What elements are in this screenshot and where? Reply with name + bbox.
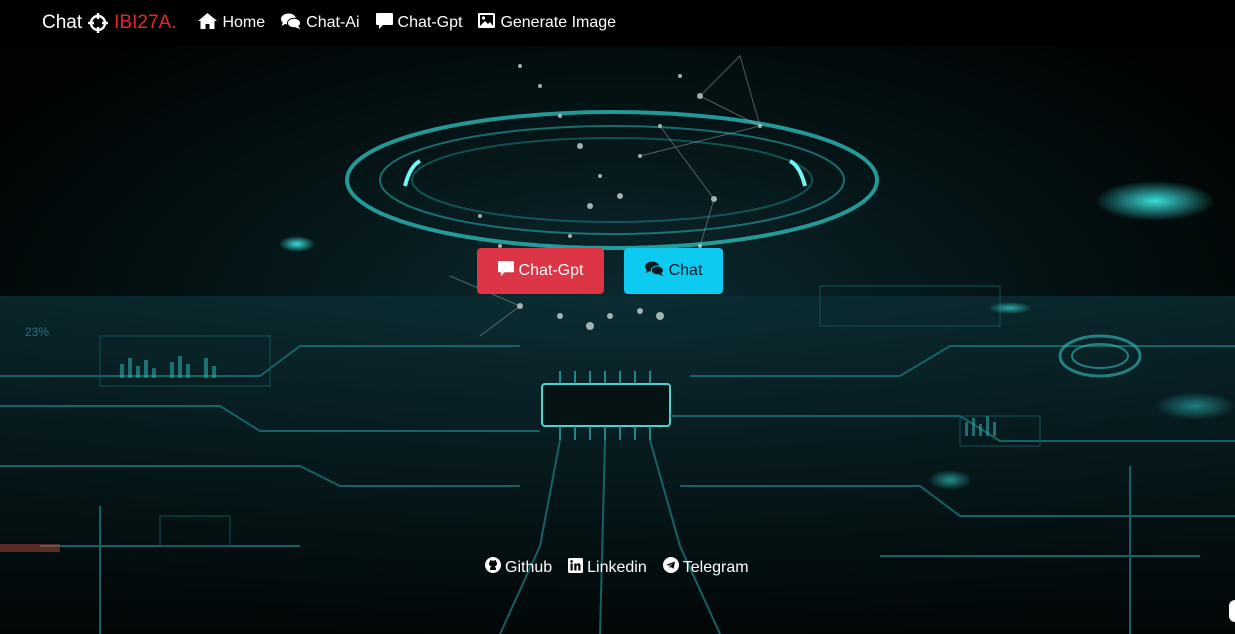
- comment-icon: [375, 12, 398, 34]
- telegram-link[interactable]: Telegram: [662, 557, 749, 578]
- nav-links: Home Chat-Ai Chat-Gpt Generate Image: [198, 12, 632, 34]
- nav-item-label: Chat-Ai: [306, 14, 360, 31]
- corner-widget[interactable]: [1229, 600, 1235, 622]
- linkedin-icon: [568, 557, 587, 578]
- nav-item-chat-ai[interactable]: Chat-Ai: [281, 13, 360, 34]
- brand-text: Chat: [42, 12, 83, 33]
- linkedin-link[interactable]: Linkedin: [568, 557, 647, 578]
- github-link-label: Github: [505, 558, 553, 576]
- chat-button[interactable]: Chat: [624, 248, 723, 294]
- nav-item-label: Chat-Gpt: [397, 14, 463, 31]
- background-circuit-art: 23%: [0, 46, 1235, 634]
- chat-gpt-button[interactable]: Chat-Gpt: [477, 248, 604, 294]
- comments-icon: [281, 13, 306, 34]
- chat-gpt-button-label: Chat-Gpt: [518, 262, 584, 279]
- footer-links: Github Linkedin Telegram: [485, 557, 765, 578]
- brand-accent-text: IBI27A.: [114, 12, 177, 33]
- crosshair-icon: [88, 13, 109, 33]
- comments-icon: [644, 261, 669, 281]
- home-icon: [198, 12, 222, 34]
- telegram-icon: [662, 557, 683, 578]
- page: 23% Chat IBI27A. Home Chat-Ai Chat-Gpt G…: [0, 0, 1235, 634]
- nav-item-label: Home: [222, 14, 266, 31]
- image-icon: [478, 13, 500, 33]
- github-link[interactable]: Github: [485, 557, 552, 578]
- nav-item-chat-gpt[interactable]: Chat-Gpt: [375, 12, 463, 34]
- github-icon: [485, 557, 505, 578]
- telegram-link-label: Telegram: [682, 558, 749, 576]
- chat-button-label: Chat: [668, 262, 703, 279]
- linkedin-link-label: Linkedin: [587, 558, 647, 576]
- top-navbar: Chat IBI27A. Home Chat-Ai Chat-Gpt Gener…: [0, 0, 1235, 46]
- cta-buttons: Chat-Gpt Chat: [477, 248, 723, 294]
- nav-item-label: Generate Image: [500, 14, 617, 31]
- nav-item-home[interactable]: Home: [198, 12, 266, 34]
- nav-item-generate-image[interactable]: Generate Image: [478, 13, 616, 33]
- comment-icon: [497, 261, 519, 281]
- brand-logo[interactable]: Chat IBI27A.: [42, 12, 176, 34]
- svg-text:23%: 23%: [25, 325, 49, 339]
